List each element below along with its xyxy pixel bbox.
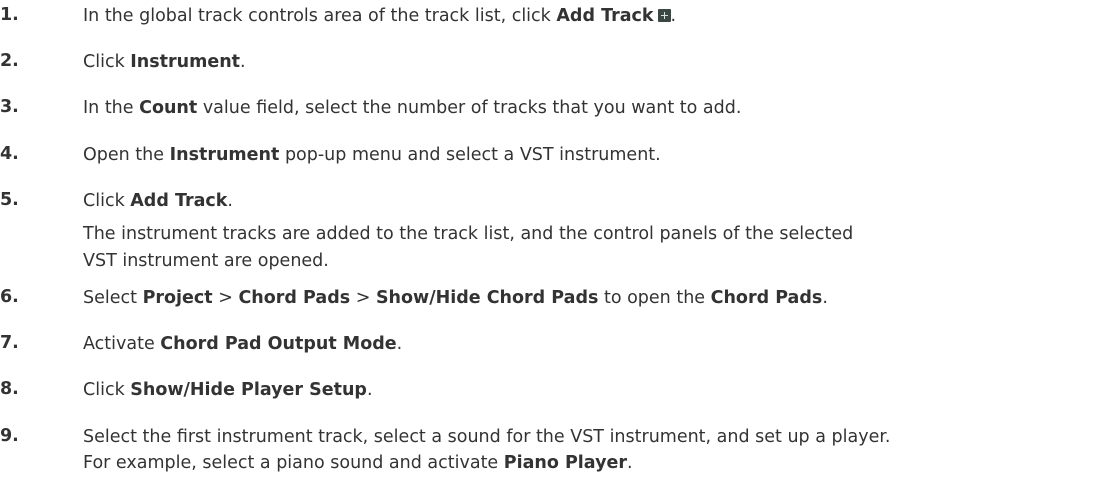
ui-term: Piano Player <box>503 453 627 473</box>
step-text-part: For example, select a piano sound and ac… <box>83 453 504 473</box>
step-text-part: > <box>212 288 239 308</box>
step-text-part: . <box>227 191 233 211</box>
instruction-steps: 1. In the global track controls area of … <box>0 0 1117 479</box>
step-text-part: . <box>396 334 403 354</box>
step-text-part: In the global track controls area of the… <box>83 6 557 26</box>
step-number: 2. <box>0 51 19 71</box>
step-text-part: . <box>240 52 246 72</box>
step-text-part: Select <box>83 288 143 308</box>
step-number: 4. <box>0 144 19 164</box>
step-text: In the global track controls area of the… <box>83 5 676 28</box>
step-number: 3. <box>0 97 19 117</box>
step-text: Click Add Track. <box>83 190 233 213</box>
step-text-part: value field, select the number of tracks… <box>197 98 742 118</box>
step-text: Select the first instrument track, selec… <box>83 426 891 449</box>
step-number: 9. <box>0 426 19 446</box>
step-text-part: pop-up menu and select a VST instrument. <box>279 145 661 165</box>
step-text-part: . <box>822 288 828 308</box>
ui-term: Chord Pad Output Mode <box>160 334 397 354</box>
step-result-line: VST instrument are opened. <box>83 251 329 271</box>
step-text-part: > <box>350 288 376 308</box>
ui-term: Show/Hide Chord Pads <box>375 288 599 308</box>
ui-term: Project <box>142 288 213 308</box>
step-number: 5. <box>0 190 19 210</box>
step-text-part: In the <box>83 98 140 118</box>
ui-term: Show/Hide Player Setup <box>130 380 367 400</box>
ui-term: Instrument <box>169 145 280 165</box>
step-text-part: . <box>670 6 677 26</box>
ui-term: Instrument <box>130 52 241 72</box>
step-text: In the Count value field, select the num… <box>83 97 741 120</box>
ui-term: Add Track <box>130 191 228 211</box>
step-text: Activate Chord Pad Output Mode. <box>83 333 402 356</box>
step-text-part: Open the <box>83 145 170 165</box>
ui-term: Count <box>139 98 198 118</box>
step-number: 8. <box>0 379 19 399</box>
step-result-line: The instrument tracks are added to the t… <box>83 224 854 244</box>
step-number: 1. <box>0 5 19 25</box>
step-text-part: Select the first instrument track, selec… <box>83 427 891 447</box>
ui-term: Chord Pads <box>710 288 823 308</box>
step-text-part: to open the <box>598 288 711 308</box>
step-text-part: . <box>366 380 373 400</box>
add-track-icon <box>657 9 671 22</box>
step-number: 7. <box>0 333 19 353</box>
step-text-part: Activate <box>83 334 161 354</box>
step-result-line: For example, select a piano sound and ac… <box>83 450 633 477</box>
step-text: Click Instrument. <box>83 51 246 74</box>
step-text-part: Click <box>83 191 131 211</box>
ui-term: Add Track <box>556 6 654 26</box>
step-text: Click Show/Hide Player Setup. <box>83 379 373 402</box>
step-text-part: Click <box>83 52 131 72</box>
step-text-part: Click <box>83 380 131 400</box>
ui-term: Chord Pads <box>238 288 351 308</box>
step-text: Select Project > Chord Pads > Show/Hide … <box>83 287 828 310</box>
step-number: 6. <box>0 287 19 307</box>
step-text-part: . <box>626 453 633 473</box>
step-text: Open the Instrument pop-up menu and sele… <box>83 144 661 167</box>
